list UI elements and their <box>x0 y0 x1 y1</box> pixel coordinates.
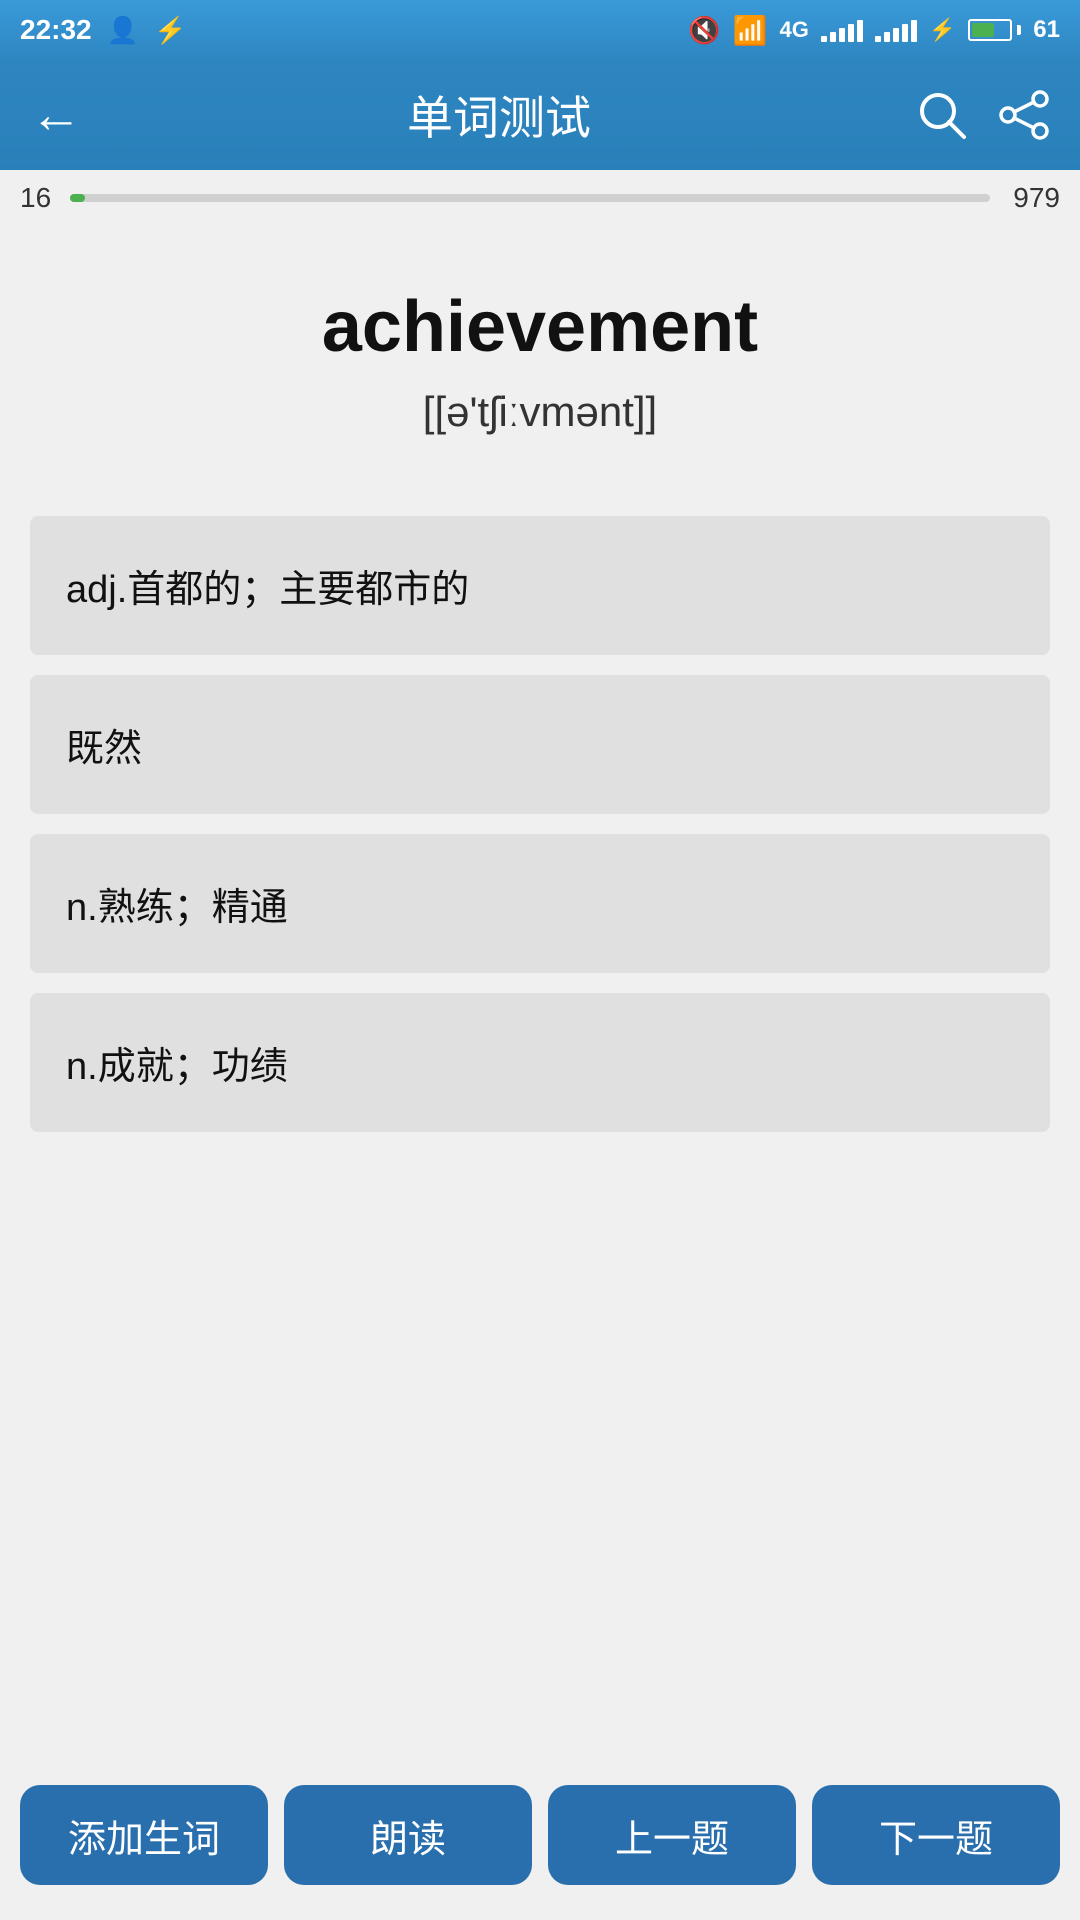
back-arrow-icon: ← <box>30 85 82 145</box>
progress-track <box>70 194 990 202</box>
app-header: ← 单词测试 <box>0 60 1080 170</box>
progress-fill <box>70 194 85 202</box>
add-word-button[interactable]: 添加生词 <box>20 1785 268 1885</box>
next-label: 下一题 <box>879 1808 993 1863</box>
time-display: 22:32 <box>20 14 92 46</box>
share-button[interactable] <box>998 89 1050 141</box>
progress-bar-area: 16 979 <box>0 170 1080 226</box>
progress-total: 979 <box>1000 182 1060 214</box>
page-title: 单词测试 <box>407 82 591 148</box>
battery-indicator <box>968 19 1021 41</box>
status-bar: 22:32 👤 ⚡ 🔇 📶 4G ⚡ <box>0 0 1080 60</box>
network-label: 4G <box>780 17 809 43</box>
options-area: adj.首都的；主要都市的 既然 n.熟练；精通 n.成就；功绩 <box>0 476 1080 1172</box>
option-3[interactable]: n.熟练；精通 <box>30 834 1050 973</box>
phonetic-text: [[ə'tʃiːvmənt]] <box>40 388 1040 436</box>
person-icon: 👤 <box>107 15 139 46</box>
search-icon <box>916 89 968 141</box>
signal-bars-1 <box>821 18 863 42</box>
status-bar-left: 22:32 👤 ⚡ <box>20 14 186 46</box>
option-1[interactable]: adj.首都的；主要都市的 <box>30 516 1050 655</box>
prev-button[interactable]: 上一题 <box>548 1785 796 1885</box>
back-button[interactable]: ← <box>30 85 82 145</box>
add-word-label: 添加生词 <box>68 1808 220 1863</box>
signal-bars-2 <box>875 18 917 42</box>
status-bar-right: 🔇 📶 4G ⚡ 61 <box>688 14 1060 47</box>
progress-current: 16 <box>20 182 60 214</box>
mute-icon: 🔇 <box>688 15 720 46</box>
search-button[interactable] <box>916 89 968 141</box>
battery-percent: 61 <box>1033 16 1060 44</box>
word-display-area: achievement [[ə'tʃiːvmənt]] <box>0 226 1080 476</box>
word-text: achievement <box>40 286 1040 368</box>
usb-icon: ⚡ <box>154 15 186 46</box>
wifi-icon: 📶 <box>733 14 768 47</box>
read-label: 朗读 <box>370 1808 446 1863</box>
share-icon <box>998 89 1050 141</box>
option-2[interactable]: 既然 <box>30 675 1050 814</box>
bottom-bar: 添加生词 朗读 上一题 下一题 <box>0 1760 1080 1920</box>
header-icons <box>916 89 1050 141</box>
option-4[interactable]: n.成就；功绩 <box>30 993 1050 1132</box>
next-button[interactable]: 下一题 <box>812 1785 1060 1885</box>
read-button[interactable]: 朗读 <box>284 1785 532 1885</box>
charging-icon: ⚡ <box>929 17 956 43</box>
prev-label: 上一题 <box>615 1808 729 1863</box>
